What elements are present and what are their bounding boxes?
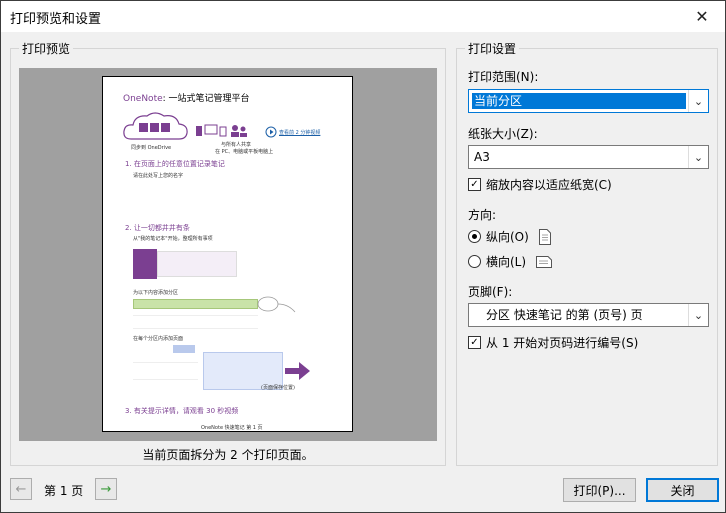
landscape-label: 横向(L): [486, 255, 527, 269]
preview-page: OneNote: 一站式笔记管理平台 同步到 OneDrive 与所有人共享 在…: [102, 76, 353, 432]
chevron-down-icon[interactable]: ⌄: [688, 146, 708, 168]
page-lines: [133, 362, 198, 380]
step1-sub: 请在此处写上您的名字: [133, 173, 184, 179]
video-link: 查看前 2 分钟视频: [279, 130, 321, 136]
settings-group: 打印设置 打印范围(N): 当前分区 ⌄ 纸张大小(Z): A3 ⌄ ✓ 缩放内…: [456, 40, 718, 466]
step1-heading: 1. 在页面上的任意位置记录笔记: [125, 160, 225, 168]
sync-caption: 同步到 OneDrive: [131, 145, 172, 151]
page-title-brand: OneNote: [123, 94, 163, 104]
portrait-page-icon: [538, 228, 551, 245]
paper-size-label: 纸张大小(Z):: [468, 127, 538, 141]
checkbox-box[interactable]: ✓: [468, 178, 481, 191]
prev-page-button[interactable]: ←: [10, 478, 32, 500]
footer-value: 分区 快速笔记 的第 (页号) 页: [486, 308, 643, 322]
page-tab: [173, 345, 195, 353]
range-value: 当前分区: [472, 93, 686, 109]
share-caption-2: 在 PC、电脑或平板电脑上: [215, 149, 274, 155]
paper-size-select[interactable]: A3 ⌄: [468, 145, 709, 169]
page-title-rest: : 一站式笔记管理平台: [162, 94, 250, 104]
next-page-button[interactable]: →: [95, 478, 117, 500]
section-tabs: [133, 299, 258, 309]
fit-width-checkbox[interactable]: ✓ 缩放内容以适应纸宽(C): [468, 176, 612, 193]
footer-label: 页脚(F):: [468, 285, 513, 299]
section-callout: [257, 296, 296, 313]
preview-area[interactable]: OneNote: 一站式笔记管理平台 同步到 OneDrive 与所有人共享 在…: [19, 68, 437, 441]
checkbox-box[interactable]: ✓: [468, 336, 481, 349]
paper-size-value: A3: [474, 150, 490, 164]
page-indicator: 第 1 页: [44, 484, 84, 498]
portrait-radio[interactable]: 纵向(O): [468, 228, 551, 245]
portrait-label: 纵向(O): [486, 230, 529, 244]
section-lines: [133, 315, 258, 329]
organize-hint: (页面保存位置): [261, 385, 295, 391]
preview-group: 打印预览 OneNote: 一站式笔记管理平台 同步到 OneDrive 与所有…: [10, 40, 446, 466]
radio-circle[interactable]: [468, 230, 481, 243]
close-window-button[interactable]: ✕: [687, 1, 717, 32]
arrow-right-graphic: [285, 362, 310, 380]
numbering-checkbox[interactable]: ✓ 从 1 开始对页码进行编号(S): [468, 334, 638, 351]
numbering-label: 从 1 开始对页码进行编号(S): [486, 336, 639, 350]
page-title: OneNote: 一站式笔记管理平台: [123, 91, 250, 104]
step2-heading: 2. 让一切都井井有条: [125, 224, 190, 232]
chevron-down-icon[interactable]: ⌄: [688, 304, 708, 326]
settings-group-label: 打印设置: [465, 40, 520, 57]
split-caption: 当前页面拆分为 2 个打印页面。: [142, 448, 314, 462]
section-hint: 为以下内容添加分区: [133, 290, 179, 296]
cloud-sync-graphic: [123, 112, 188, 140]
range-label: 打印范围(N):: [468, 70, 539, 84]
notebook-panel: [157, 251, 237, 277]
preview-group-label: 打印预览: [19, 40, 74, 57]
devices-icon: [196, 124, 247, 137]
print-button[interactable]: 打印(P)...: [563, 478, 636, 502]
orientation-label: 方向:: [468, 208, 497, 222]
radio-circle[interactable]: [468, 255, 481, 268]
share-caption-1: 与所有人共享: [221, 142, 252, 148]
page-footer: OneNote 快速笔记 第 1 页: [201, 425, 263, 431]
step2-sub: 从"我的笔记本"开始，整理所有事项: [133, 236, 213, 242]
play-icon: [265, 126, 277, 138]
landscape-page-icon: [536, 255, 553, 268]
fit-width-label: 缩放内容以适应纸宽(C): [486, 178, 612, 192]
dialog-title: 打印预览和设置: [10, 12, 102, 27]
close-button[interactable]: 关闭: [646, 478, 719, 502]
range-select[interactable]: 当前分区 ⌄: [468, 89, 709, 113]
notebook-graphic: [133, 249, 157, 279]
page-hint: 在每个分区内添加页面: [133, 336, 184, 342]
title-bar: 打印预览和设置 ✕: [1, 1, 725, 32]
footer-select[interactable]: 分区 快速笔记 的第 (页号) 页 ⌄: [468, 303, 709, 327]
landscape-radio[interactable]: 横向(L): [468, 253, 553, 270]
chevron-down-icon[interactable]: ⌄: [688, 90, 708, 112]
print-preview-dialog: 打印预览和设置 ✕ 打印预览 OneNote: 一站式笔记管理平台 同步到 On…: [0, 0, 726, 513]
step3-heading: 3. 有关提示详情，请观看 30 秒视频: [125, 407, 239, 415]
